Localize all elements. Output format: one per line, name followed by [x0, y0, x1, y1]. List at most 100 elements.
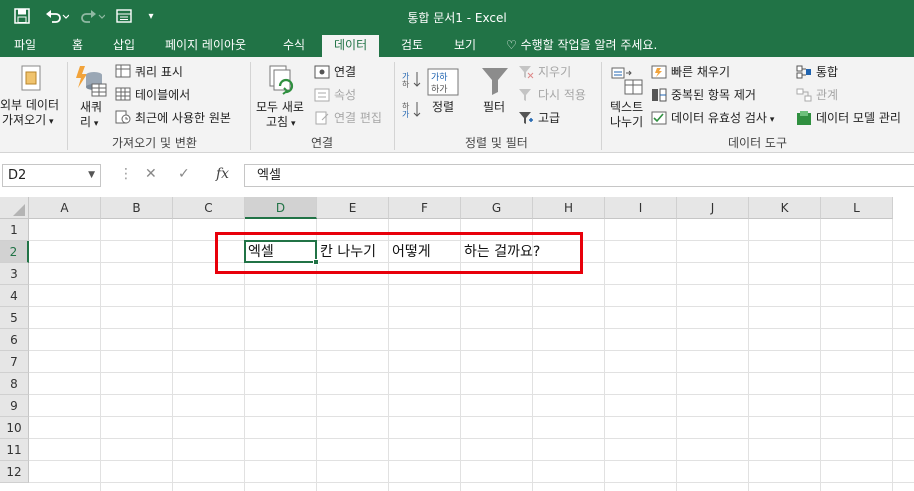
column-header-j[interactable]: J — [677, 197, 749, 219]
cancel-icon[interactable]: ✕ — [145, 166, 157, 182]
column-header-f[interactable]: F — [389, 197, 461, 219]
new-query-line2-text: 리 — [80, 115, 92, 129]
connections-label[interactable]: 연결 — [334, 65, 356, 79]
chevron-down-icon: ▾ — [91, 119, 99, 129]
tab-review[interactable]: 검토 — [399, 33, 425, 57]
remove-duplicates-icon[interactable] — [651, 88, 667, 105]
gridline — [604, 219, 605, 491]
tab-view[interactable]: 보기 — [452, 33, 478, 57]
flash-fill-label[interactable]: 빠른 채우기 — [671, 65, 730, 79]
sort-icon[interactable]: 가하 하가 — [427, 68, 459, 99]
tab-home[interactable]: 홈 — [70, 33, 85, 57]
filter-label[interactable]: 필터 — [483, 100, 505, 114]
column-header-l[interactable]: L — [821, 197, 893, 219]
tab-page-layout[interactable]: 페이지 레이아웃 — [163, 33, 248, 57]
flash-fill-icon[interactable] — [651, 65, 667, 82]
refresh-all-icon[interactable] — [266, 64, 300, 101]
row-header-12[interactable]: 12 — [0, 461, 29, 483]
row-header-1[interactable]: 1 — [0, 219, 29, 241]
separator — [67, 62, 68, 150]
row-header-9[interactable]: 9 — [0, 395, 29, 417]
external-data-line1[interactable]: 외부 데이터 — [0, 98, 59, 112]
separator — [394, 62, 395, 150]
tell-me-box[interactable]: ♡ 수행할 작업을 알려 주세요. — [506, 33, 657, 57]
tab-insert[interactable]: 삽입 — [111, 33, 137, 57]
group-sort-filter: 정렬 및 필터 — [465, 136, 528, 150]
connections-icon[interactable] — [314, 65, 330, 82]
sort-descending-icon[interactable]: 하가 — [402, 100, 422, 121]
edit-links-icon[interactable] — [314, 111, 330, 128]
column-header-k[interactable]: K — [749, 197, 821, 219]
show-queries-icon[interactable] — [115, 64, 131, 81]
text-to-columns-line2[interactable]: 나누기 — [610, 115, 643, 129]
consolidate-icon[interactable] — [796, 65, 812, 82]
separator — [250, 62, 251, 150]
new-query-line2[interactable]: 리 ▾ — [80, 115, 98, 131]
data-model-label[interactable]: 데이터 모델 관리 — [816, 111, 901, 125]
from-table-label[interactable]: 테이블에서 — [135, 88, 190, 102]
gridline — [29, 460, 914, 461]
row-header-6[interactable]: 6 — [0, 329, 29, 351]
lightbulb-icon: ♡ — [506, 38, 521, 52]
select-all-button[interactable] — [0, 197, 29, 219]
relationships-icon[interactable] — [796, 88, 812, 105]
column-header-b[interactable]: B — [101, 197, 173, 219]
clear-filter-icon[interactable] — [518, 65, 534, 82]
text-to-columns-icon[interactable] — [611, 66, 643, 99]
name-box[interactable]: D2 ▼ — [2, 164, 101, 187]
column-header-c[interactable]: C — [173, 197, 245, 219]
chevron-down-icon: ▾ — [46, 117, 54, 127]
row-header-7[interactable]: 7 — [0, 351, 29, 373]
column-header-e[interactable]: E — [317, 197, 389, 219]
data-validation-text: 데이터 유효성 검사 — [671, 111, 767, 125]
new-query-line1[interactable]: 새쿼 — [80, 100, 102, 114]
remove-duplicates-label[interactable]: 중복된 항목 제거 — [671, 88, 756, 102]
from-table-icon[interactable] — [115, 87, 131, 104]
column-header-g[interactable]: G — [461, 197, 533, 219]
data-validation-label[interactable]: 데이터 유효성 검사 ▾ — [671, 111, 774, 127]
row-header-4[interactable]: 4 — [0, 285, 29, 307]
chevron-down-icon[interactable]: ▼ — [88, 165, 95, 186]
tab-data[interactable]: 데이터 — [322, 35, 380, 57]
external-data-line2[interactable]: 가져오기 ▾ — [2, 113, 54, 129]
advanced-filter-icon[interactable] — [518, 111, 534, 128]
formula-input[interactable]: 엑셀 — [244, 164, 914, 187]
gridline — [29, 438, 914, 439]
column-header-i[interactable]: I — [605, 197, 677, 219]
refresh-all-line1[interactable]: 모두 새로 — [256, 100, 304, 114]
chevron-down-icon: ▾ — [766, 115, 775, 125]
new-query-icon[interactable] — [74, 64, 108, 101]
data-model-icon[interactable] — [796, 110, 812, 129]
gridline — [748, 219, 749, 491]
insert-function-icon[interactable]: fx — [216, 166, 229, 182]
advanced-label[interactable]: 고급 — [538, 111, 560, 125]
gridline — [100, 219, 101, 491]
row-header-10[interactable]: 10 — [0, 417, 29, 439]
column-header-d[interactable]: D — [245, 197, 317, 219]
gridline — [29, 394, 914, 395]
data-validation-icon[interactable] — [651, 111, 667, 128]
enter-icon[interactable]: ✓ — [178, 166, 190, 182]
column-header-h[interactable]: H — [533, 197, 605, 219]
consolidate-label[interactable]: 통합 — [816, 65, 838, 79]
refresh-all-line2[interactable]: 고침 ▾ — [266, 115, 295, 131]
show-queries-label[interactable]: 쿼리 표시 — [135, 65, 183, 79]
properties-icon[interactable] — [314, 88, 330, 105]
reapply-icon[interactable] — [518, 88, 534, 105]
row-header-11[interactable]: 11 — [0, 439, 29, 461]
tab-formulas[interactable]: 수식 — [281, 33, 307, 57]
row-header-5[interactable]: 5 — [0, 307, 29, 329]
row-header-8[interactable]: 8 — [0, 373, 29, 395]
recent-sources-label[interactable]: 최근에 사용한 원본 — [135, 111, 231, 125]
column-header-a[interactable]: A — [29, 197, 101, 219]
row-header-2[interactable]: 2 — [0, 241, 29, 263]
recent-sources-icon[interactable] — [115, 110, 131, 127]
external-data-icon[interactable] — [19, 64, 45, 97]
row-header-3[interactable]: 3 — [0, 263, 29, 285]
filter-icon[interactable] — [481, 66, 509, 99]
sort-ascending-icon[interactable]: 가하 — [402, 70, 422, 91]
tab-file[interactable]: 파일 — [12, 33, 38, 57]
sort-label[interactable]: 정렬 — [432, 100, 454, 114]
text-to-columns-line1[interactable]: 텍스트 — [610, 100, 643, 114]
gridline — [29, 372, 914, 373]
